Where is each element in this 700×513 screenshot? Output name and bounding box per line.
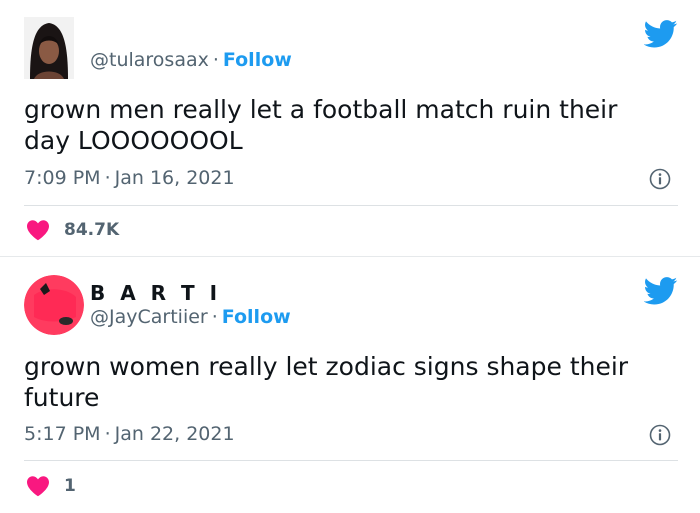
tweet-time: 7:09 PM bbox=[24, 167, 101, 189]
separator-dot: · bbox=[104, 423, 111, 445]
info-icon[interactable] bbox=[649, 168, 671, 190]
user-handle[interactable]: @tularosaax bbox=[90, 49, 209, 71]
tweet-header: @tularosaax · Follow bbox=[90, 49, 292, 71]
heart-icon bbox=[27, 476, 49, 497]
tweet-date: Jan 16, 2021 bbox=[114, 167, 235, 189]
twitter-bird-icon[interactable] bbox=[644, 277, 678, 305]
like-button[interactable]: 84.7K bbox=[26, 219, 119, 241]
twitter-bird-icon[interactable] bbox=[644, 20, 678, 48]
divider bbox=[24, 460, 678, 461]
like-count: 1 bbox=[64, 476, 76, 496]
like-count: 84.7K bbox=[64, 220, 120, 240]
tweet-text: grown men really let a football match ru… bbox=[24, 95, 618, 155]
heart-icon bbox=[27, 220, 49, 241]
avatar[interactable] bbox=[24, 17, 74, 79]
separator-dot: · bbox=[212, 49, 219, 71]
display-name[interactable]: B A R T I bbox=[90, 281, 221, 305]
divider bbox=[24, 205, 678, 206]
avatar[interactable] bbox=[24, 275, 84, 335]
info-icon[interactable] bbox=[649, 424, 671, 446]
tweet-card: B A R T I @JayCartiier · Follow grown wome… bbox=[0, 257, 700, 513]
separator-dot: · bbox=[104, 167, 111, 189]
tweet-header: @JayCartiier · Follow bbox=[90, 306, 291, 328]
tweet-timestamp[interactable]: 5:17 PM · Jan 22, 2021 bbox=[24, 423, 235, 445]
tweet-time: 5:17 PM bbox=[24, 423, 101, 445]
tweet-timestamp[interactable]: 7:09 PM · Jan 16, 2021 bbox=[24, 167, 235, 189]
tweet-date: Jan 22, 2021 bbox=[114, 423, 235, 445]
tweet-card: @tularosaax · Follow grown men really let … bbox=[0, 0, 700, 257]
tweet-text: grown women really let zodiac signs shap… bbox=[24, 352, 629, 412]
user-handle[interactable]: @JayCartiier bbox=[90, 306, 208, 328]
follow-button[interactable]: Follow bbox=[223, 49, 292, 71]
follow-button[interactable]: Follow bbox=[222, 306, 291, 328]
separator-dot: · bbox=[211, 306, 218, 328]
like-button[interactable]: 1 bbox=[26, 475, 76, 497]
